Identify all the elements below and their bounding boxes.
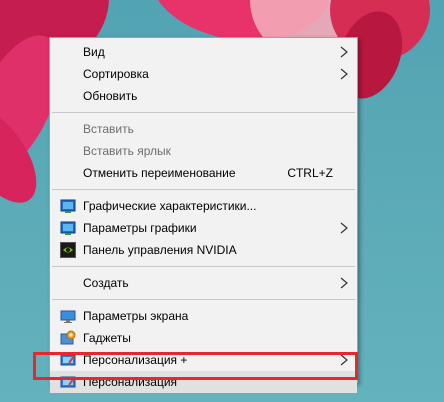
menu-item-label: Обновить [83,89,138,103]
highlight-annotation-box [33,352,358,380]
menu-item-sort[interactable]: Сортировка [50,63,357,85]
submenu-arrow-icon [340,277,348,289]
menu-item-label: Вставить ярлык [83,144,171,158]
menu-item-display-settings[interactable]: Параметры экрана [50,305,357,327]
menu-item-label: Вставить [83,122,134,136]
menu-item-label: Отменить переименование [83,166,236,180]
display-icon [60,310,76,323]
nvidia-icon [60,242,76,258]
menu-separator [52,299,355,300]
menu-item-new[interactable]: Создать [50,272,357,294]
submenu-arrow-icon [340,222,348,234]
menu-item-label: Графические характеристики... [83,199,257,213]
menu-separator [52,266,355,267]
menu-item-undo-rename[interactable]: Отменить переименование CTRL+Z [50,162,357,184]
menu-item-gadgets[interactable]: Гаджеты [50,327,357,349]
menu-separator [52,112,355,113]
desktop-context-menu: Вид Сортировка Обновить Вставить Вставит… [49,37,358,393]
menu-item-label: Параметры графики [83,221,197,235]
menu-item-paste-shortcut: Вставить ярлык [50,140,357,162]
menu-item-graphics-properties[interactable]: Графические характеристики... [50,195,357,217]
menu-item-shortcut: CTRL+Z [287,166,333,180]
intel-graphics-icon [60,221,76,235]
menu-item-nvidia-control-panel[interactable]: Панель управления NVIDIA [50,239,357,261]
gadgets-icon [60,330,76,345]
menu-item-graphics-options[interactable]: Параметры графики [50,217,357,239]
menu-item-label: Вид [83,45,105,59]
menu-item-label: Параметры экрана [83,309,189,323]
menu-item-label: Панель управления NVIDIA [83,243,237,257]
menu-separator [52,189,355,190]
menu-item-view[interactable]: Вид [50,41,357,63]
menu-item-label: Создать [83,276,129,290]
menu-item-label: Гаджеты [83,331,131,345]
submenu-arrow-icon [340,68,348,80]
menu-item-paste: Вставить [50,118,357,140]
submenu-arrow-icon [340,46,348,58]
menu-item-refresh[interactable]: Обновить [50,85,357,107]
intel-graphics-icon [60,199,76,213]
menu-item-label: Сортировка [83,67,149,81]
